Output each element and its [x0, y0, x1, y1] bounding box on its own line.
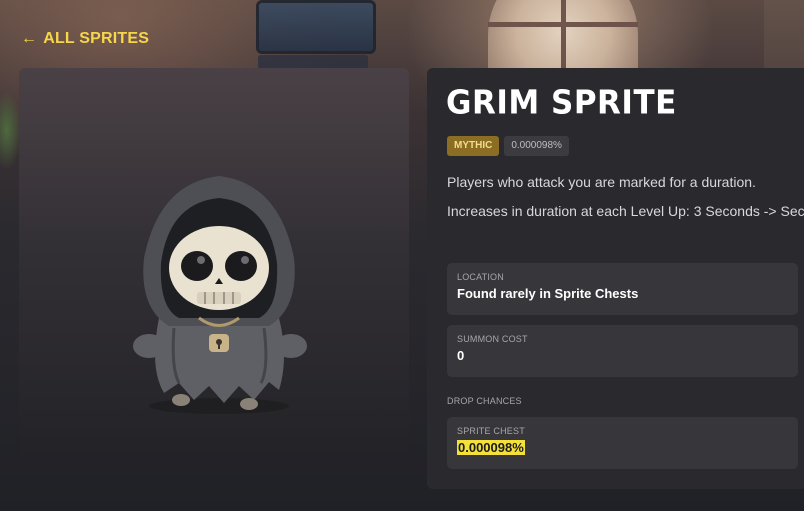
location-value: Found rarely in Sprite Chests: [457, 286, 639, 301]
sprite-image-card: [19, 68, 409, 458]
back-link-label: ALL SPRITES: [43, 30, 150, 47]
sprite-title: GRIM SPRITE: [446, 84, 677, 122]
sprite-description: Players who attack you are marked for a …: [447, 174, 756, 190]
location-label: LOCATION: [457, 272, 504, 282]
location-box: LOCATION Found rarely in Sprite Chests: [447, 263, 798, 315]
back-to-all-sprites-link[interactable]: ← ALL SPRITES: [21, 30, 149, 48]
background-sign: [256, 0, 376, 54]
chance-badge: 0.000098%: [504, 136, 569, 156]
sprite-chest-label: SPRITE CHEST: [457, 426, 525, 436]
summon-cost-box: SUMMON COST 0: [447, 325, 798, 377]
background-sign-base: [258, 55, 368, 69]
sprite-info-panel: GRIM SPRITE MYTHIC 0.000098% Players who…: [427, 68, 804, 489]
grim-sprite-image: [133, 176, 307, 414]
sprite-badges: MYTHIC 0.000098%: [447, 136, 569, 156]
rarity-badge: MYTHIC: [447, 136, 500, 156]
summon-cost-label: SUMMON COST: [457, 334, 528, 344]
drop-chances-heading: DROP CHANCES: [447, 396, 522, 406]
sprite-level-up-description: Increases in duration at each Level Up: …: [447, 203, 804, 219]
summon-cost-value: 0: [457, 348, 465, 363]
sprite-chest-chance: 0.000098%: [457, 440, 525, 455]
arrow-left-icon: ←: [21, 30, 38, 47]
sprite-chest-box: SPRITE CHEST 0.000098%: [447, 417, 798, 469]
